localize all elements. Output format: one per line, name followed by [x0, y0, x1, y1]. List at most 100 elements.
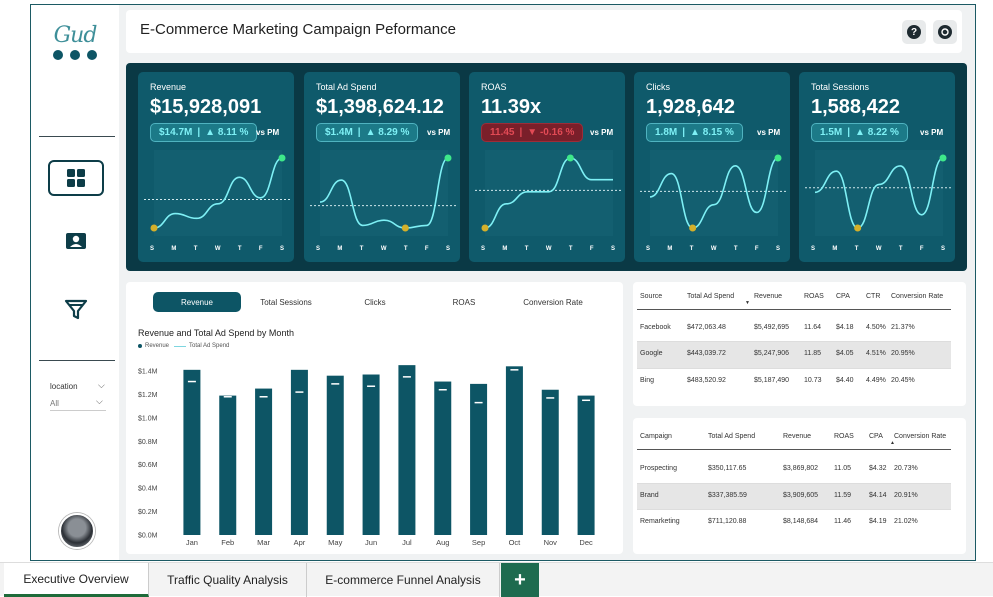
help-icon: ? — [907, 25, 921, 39]
sparkline-area — [154, 150, 282, 236]
revenue-bar[interactable] — [183, 369, 201, 535]
kpi-value: 1,588,422 — [811, 96, 900, 118]
x-tick-label: Mar — [257, 538, 270, 547]
kpi-title: Clicks — [646, 82, 670, 92]
revenue-bar[interactable] — [255, 388, 273, 535]
table-cell: $337,385.59 — [708, 492, 747, 499]
table-cell: $483,520.92 — [687, 377, 726, 384]
table-cell: 10.73 — [804, 377, 822, 384]
kpi-prev-value: 1.5M — [820, 127, 843, 138]
revenue-bar[interactable] — [219, 395, 237, 535]
kpi-title: Total Sessions — [811, 82, 870, 92]
location-filter-select[interactable]: All — [50, 399, 59, 408]
column-header[interactable]: ROAS — [804, 293, 824, 300]
revenue-bar[interactable] — [470, 383, 488, 535]
table-cell: $5,492,695 — [754, 324, 790, 331]
column-header[interactable]: Revenue — [783, 433, 811, 440]
bar-chart: $0.0M $0.2M $0.4M $0.6M $0.8M $1.0M $1.2M $1.4M… — [138, 365, 595, 547]
column-header[interactable]: Total Ad Spend — [687, 293, 734, 300]
location-filter-label: location — [50, 382, 78, 391]
sparkline-min-point — [854, 224, 862, 232]
column-header[interactable]: ROAS — [834, 433, 854, 440]
chevron-down-icon[interactable]: ⌵ — [96, 396, 103, 407]
table-cell: Remarketing — [640, 518, 680, 525]
kpi-change-badge: 1.8M | ▲ 8.15 % — [646, 123, 743, 142]
kpi-card-total-sessions: Total Sessions 1,588,422 1.5M | ▲ 8.22 % vs P… — [799, 72, 955, 262]
table-cell: 21.37% — [891, 324, 915, 331]
weekday-label: S — [940, 246, 945, 252]
column-header[interactable]: CPA — [869, 433, 883, 440]
add-page-button[interactable]: + — [501, 563, 539, 597]
table-cell: 11.85 — [804, 350, 821, 357]
kpi-sparkline — [640, 150, 786, 236]
column-header[interactable]: CPA — [836, 293, 850, 300]
kpi-vs-label: vs PM — [920, 128, 944, 137]
kpi-card-total-ad-spend: Total Ad Spend $1,398,624.12 $1.4M | ▲ 8.29 … — [304, 72, 460, 262]
sparkline-max-point — [566, 154, 574, 162]
sparkline-min-point — [689, 224, 697, 232]
kpi-prev-value: $1.4M — [325, 127, 353, 138]
revenue-bar[interactable] — [326, 375, 344, 535]
avatar[interactable] — [59, 513, 95, 549]
column-header[interactable]: Conversion Rate — [891, 293, 943, 300]
revenue-bar[interactable] — [290, 369, 308, 535]
table-cell: 21.02% — [894, 518, 918, 525]
sort-arrow-icon[interactable]: ▼ — [745, 300, 750, 306]
table-cell: 20.45% — [891, 377, 915, 384]
table-cell: 4.49% — [866, 377, 886, 384]
sync-button[interactable] — [933, 20, 957, 44]
nav-funnel-analysis[interactable] — [48, 291, 104, 327]
sort-arrow-icon[interactable]: ▲ — [890, 440, 895, 446]
weekday-axis: SMTWTFS — [646, 246, 780, 252]
sparkline-area — [485, 150, 613, 236]
page-tab-executive-overview[interactable]: Executive Overview — [4, 563, 149, 597]
revenue-bar[interactable] — [505, 366, 523, 535]
table-cell: $4.40 — [836, 377, 854, 384]
weekday-label: W — [545, 246, 552, 252]
sparkline-max-point — [939, 154, 947, 162]
x-tick-label: Jul — [402, 538, 412, 547]
revenue-bar[interactable] — [434, 381, 452, 535]
revenue-bar[interactable] — [398, 365, 416, 535]
sparkline-max-point — [278, 154, 286, 162]
sparkline-min-point — [401, 224, 409, 232]
weekday-label: S — [445, 246, 450, 252]
logo-dots — [39, 50, 111, 60]
row-divider — [637, 483, 951, 484]
x-tick-label: Apr — [294, 538, 306, 547]
weekday-label: F — [919, 246, 924, 252]
table-cell: 20.95% — [891, 350, 915, 357]
y-tick-label: $0.0M — [138, 533, 158, 540]
page-tab-traffic-quality[interactable]: Traffic Quality Analysis — [149, 563, 307, 597]
weekday-label: T — [898, 246, 903, 252]
column-header[interactable]: Campaign — [640, 433, 672, 440]
y-tick-label: $0.6M — [138, 462, 158, 469]
column-header[interactable]: Source — [640, 293, 662, 300]
weekday-label: T — [403, 246, 408, 252]
revenue-bar[interactable] — [577, 395, 595, 535]
revenue-bar[interactable] — [541, 389, 559, 535]
kpi-change: ▼ -0.16 % — [527, 127, 575, 138]
column-header[interactable]: Total Ad Spend — [708, 433, 755, 440]
column-header[interactable]: CTR — [866, 293, 880, 300]
page-title: E-Commerce Marketing Campaign Peformance — [140, 21, 456, 38]
kpi-card-revenue: Revenue $15,928,091 $14.7M | ▲ 8.11 % vs PM S M… — [138, 72, 294, 262]
row-divider — [637, 509, 951, 510]
table-cell: Prospecting — [640, 465, 677, 472]
revenue-bar[interactable] — [362, 374, 380, 535]
nav-traffic-quality[interactable] — [48, 223, 104, 259]
weekday-label: S — [150, 246, 155, 252]
column-header[interactable]: Conversion Rate — [894, 433, 946, 440]
x-tick-label: Jun — [365, 538, 377, 547]
funnel-icon — [64, 299, 88, 320]
weekday-label: S — [811, 246, 816, 252]
table-cell: Bing — [640, 377, 655, 384]
column-header[interactable]: Revenue — [754, 293, 782, 300]
sparkline-min-point — [150, 224, 158, 232]
y-tick-label: $0.8M — [138, 439, 158, 446]
nav-executive-overview[interactable] — [48, 160, 104, 196]
weekday-label: M — [832, 246, 838, 252]
page-tab-funnel-analysis[interactable]: E-commerce Funnel Analysis — [307, 563, 500, 597]
chevron-down-icon[interactable]: ⌵ — [98, 380, 105, 391]
help-button[interactable]: ? — [902, 20, 926, 44]
